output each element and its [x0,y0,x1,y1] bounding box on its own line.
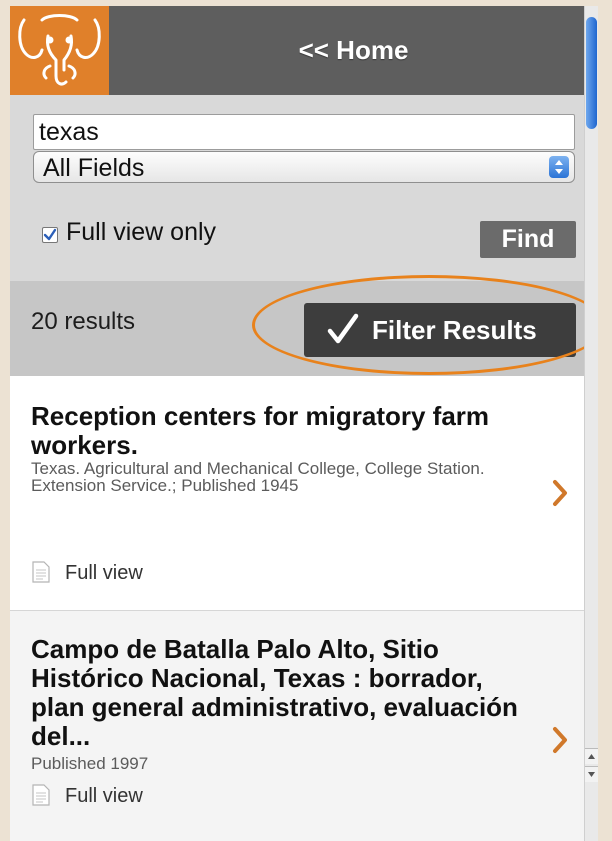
scroll-up-arrow-icon[interactable] [585,748,598,764]
filter-results-label: Filter Results [372,315,537,345]
document-icon [32,561,50,583]
scroll-down-arrow-icon[interactable] [585,766,598,782]
search-field-value: All Fields [43,154,145,182]
scrollbar-thumb[interactable] [586,17,597,129]
access-label: Full view [65,785,143,807]
select-arrows-icon [549,156,569,178]
find-button[interactable]: Find [480,221,576,258]
full-view-only-checkbox[interactable] [42,227,58,243]
results-bar: 20 results Filter Results [10,275,598,376]
filter-results-button[interactable]: Filter Results [304,303,576,357]
document-icon [32,784,50,806]
result-title: Campo de Batalla Palo Alto, Sitio Histór… [31,634,518,751]
full-view-only-label: Full view only [66,218,217,246]
result-meta: Published 1997 [31,754,149,773]
result-item[interactable]: Campo de Batalla Palo Alto, Sitio Histór… [10,611,584,841]
app-header: << Home [10,6,598,95]
result-item[interactable]: Reception centers for migratory farm wor… [10,376,584,611]
elephant-logo-icon[interactable] [10,6,109,95]
results-count: 20 results [31,308,136,335]
search-field-select[interactable]: All Fields [33,151,575,183]
chevron-right-icon [553,480,567,506]
home-link[interactable]: << Home [109,6,598,95]
chevron-right-icon [553,727,567,753]
result-meta: Texas. Agricultural and Mechanical Colle… [31,459,485,495]
checkmark-icon [43,228,57,241]
mobile-catalog-app: << Home All Fields Full view only Find 2… [10,6,598,841]
checkmark-icon [327,313,359,344]
search-input[interactable] [33,114,575,150]
scrollbar[interactable] [584,6,598,841]
access-label: Full view [65,562,143,584]
result-title: Reception centers for migratory farm wor… [31,401,490,460]
search-panel: All Fields Full view only Find [10,95,598,281]
